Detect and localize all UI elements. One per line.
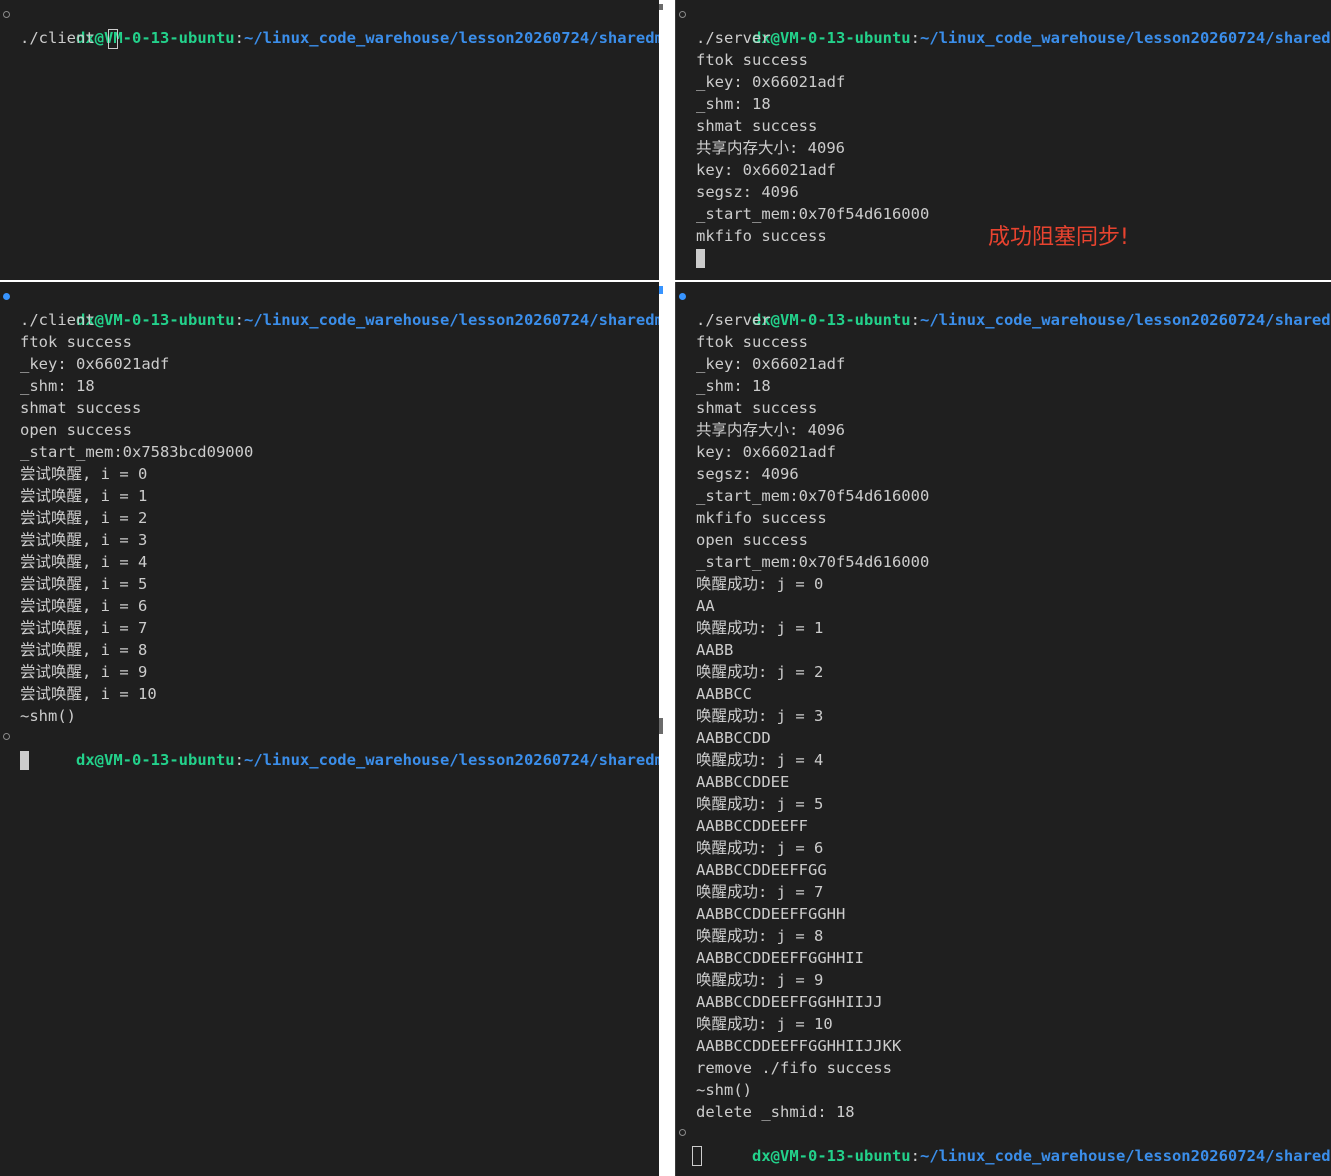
text-cursor bbox=[696, 249, 705, 268]
output-line: shmat success bbox=[20, 399, 142, 417]
output-line: 唤醒成功: j = 7 bbox=[696, 883, 824, 901]
output-line: 唤醒成功: j = 1 bbox=[696, 619, 824, 637]
prompt-line: dx@VM-0-13-ubuntu:~/linux_code_warehouse… bbox=[676, 287, 1331, 329]
command-status-icon[interactable] bbox=[3, 733, 10, 740]
output-line: _start_mem:0x70f54d616000 bbox=[696, 487, 930, 505]
prompt-line: dx@VM-0-13-ubuntu:~/linux_code_warehouse… bbox=[676, 1123, 1331, 1165]
output-line: AABBCCDDEEFFGGHHII bbox=[696, 949, 864, 967]
output-line: mkfifo success bbox=[696, 509, 827, 527]
output-line: 唤醒成功: j = 9 bbox=[696, 971, 824, 989]
output-line: _key: 0x66021adf bbox=[696, 73, 846, 91]
output-line: 唤醒成功: j = 8 bbox=[696, 927, 824, 945]
output-line: segsz: 4096 bbox=[696, 183, 799, 201]
output-line: _key: 0x66021adf bbox=[696, 355, 846, 373]
command-status-icon[interactable] bbox=[679, 1129, 686, 1136]
output-line: AABBCCDDEEFFGGHHIIJJ bbox=[696, 993, 883, 1011]
output-line: ~shm() bbox=[20, 707, 76, 725]
output-line: AABBCC bbox=[696, 685, 752, 703]
prompt-line: dx@VM-0-13-ubuntu:~/linux_code_warehouse… bbox=[676, 5, 1331, 47]
output-line: ftok success bbox=[696, 333, 808, 351]
output-line: 唤醒成功: j = 3 bbox=[696, 707, 824, 725]
output-line: _shm: 18 bbox=[696, 95, 771, 113]
output-line: AABBCCDDEEFF bbox=[696, 817, 808, 835]
output-line: _shm: 18 bbox=[696, 377, 771, 395]
scrollbar[interactable] bbox=[659, 286, 663, 294]
output-line: AABBCCDDEEFFGGHHIIJJKK bbox=[696, 1037, 902, 1055]
output-line: 唤醒成功: j = 4 bbox=[696, 751, 824, 769]
pane-divider[interactable] bbox=[675, 282, 676, 1176]
prompt-line: dx@VM-0-13-ubuntu:~/linux_code_warehouse… bbox=[0, 5, 659, 47]
output-line: 尝试唤醒, i = 7 bbox=[20, 619, 148, 637]
output-line: 尝试唤醒, i = 4 bbox=[20, 553, 148, 571]
output-line: 唤醒成功: j = 10 bbox=[696, 1015, 833, 1033]
output-line: 共享内存大小: 4096 bbox=[696, 139, 845, 157]
scrollbar[interactable] bbox=[659, 4, 663, 10]
output-line: segsz: 4096 bbox=[696, 465, 799, 483]
output-line: shmat success bbox=[696, 399, 818, 417]
output-line: key: 0x66021adf bbox=[696, 443, 836, 461]
command-status-icon[interactable] bbox=[3, 11, 10, 18]
output-line: _shm: 18 bbox=[20, 377, 95, 395]
output-line: ftok success bbox=[20, 333, 132, 351]
output-line: 尝试唤醒, i = 2 bbox=[20, 509, 148, 527]
output-line: 尝试唤醒, i = 3 bbox=[20, 531, 148, 549]
cursor-row bbox=[0, 749, 659, 771]
output-line: 尝试唤醒, i = 0 bbox=[20, 465, 148, 483]
output-line: 唤醒成功: j = 6 bbox=[696, 839, 824, 857]
output-line: AABBCCDDEEFFGGHH bbox=[696, 905, 846, 923]
command-status-icon[interactable] bbox=[679, 11, 686, 18]
text-cursor bbox=[20, 751, 29, 770]
output-line: _key: 0x66021adf bbox=[20, 355, 170, 373]
command-line: ./client bbox=[0, 27, 659, 49]
output-line: _start_mem:0x7583bcd09000 bbox=[20, 443, 254, 461]
output-line: _start_mem:0x70f54d616000 bbox=[696, 553, 930, 571]
prompt-line: dx@VM-0-13-ubuntu:~/linux_code_warehouse… bbox=[0, 727, 659, 769]
output-line: 尝试唤醒, i = 1 bbox=[20, 487, 148, 505]
pane-divider[interactable] bbox=[675, 0, 676, 280]
terminal-bottom-right[interactable]: dx@VM-0-13-ubuntu:~/linux_code_warehouse… bbox=[676, 282, 1331, 1176]
scrollbar[interactable] bbox=[659, 718, 663, 734]
command-text: ./client bbox=[20, 29, 104, 47]
output-line: remove ./fifo success bbox=[696, 1059, 892, 1077]
output-line: 唤醒成功: j = 2 bbox=[696, 663, 824, 681]
output-block: ./server ftok success _key: 0x66021adf _shm… bbox=[676, 309, 1331, 1123]
output-line: ./client bbox=[20, 311, 95, 329]
output-line: open success bbox=[20, 421, 132, 439]
output-line: ~shm() bbox=[696, 1081, 752, 1099]
output-line: 共享内存大小: 4096 bbox=[696, 421, 845, 439]
cursor-row bbox=[676, 1145, 1331, 1167]
prompt-line: dx@VM-0-13-ubuntu:~/linux_code_warehouse… bbox=[0, 287, 659, 329]
output-line: 唤醒成功: j = 5 bbox=[696, 795, 824, 813]
output-line: open success bbox=[696, 531, 808, 549]
output-line: 尝试唤醒, i = 8 bbox=[20, 641, 148, 659]
output-block: ./server ftok success _key: 0x66021adf _shm… bbox=[676, 27, 1331, 247]
output-line: key: 0x66021adf bbox=[696, 161, 836, 179]
text-cursor bbox=[108, 28, 118, 49]
output-line: ./server bbox=[696, 311, 771, 329]
command-status-icon[interactable] bbox=[679, 293, 686, 300]
output-line: shmat success bbox=[696, 117, 818, 135]
output-line: AABB bbox=[696, 641, 734, 659]
command-status-icon[interactable] bbox=[3, 293, 10, 300]
terminal-top-left[interactable]: dx@VM-0-13-ubuntu:~/linux_code_warehouse… bbox=[0, 0, 659, 280]
output-line: AABBCCDDEEFFGG bbox=[696, 861, 827, 879]
output-line: AABBCCDDEE bbox=[696, 773, 790, 791]
output-line: AA bbox=[696, 597, 715, 615]
output-line: delete _shmid: 18 bbox=[696, 1103, 855, 1121]
output-line: 唤醒成功: j = 0 bbox=[696, 575, 824, 593]
annotation-text: 成功阻塞同步! bbox=[988, 225, 1129, 250]
terminal-bottom-left[interactable]: dx@VM-0-13-ubuntu:~/linux_code_warehouse… bbox=[0, 282, 659, 1176]
output-line: 尝试唤醒, i = 10 bbox=[20, 685, 157, 703]
text-cursor bbox=[692, 1146, 702, 1166]
output-line: ftok success bbox=[696, 51, 808, 69]
output-line: 尝试唤醒, i = 6 bbox=[20, 597, 148, 615]
output-line: AABBCCDD bbox=[696, 729, 771, 747]
terminal-top-right[interactable]: dx@VM-0-13-ubuntu:~/linux_code_warehouse… bbox=[676, 0, 1331, 280]
output-block: ./client ftok success _key: 0x66021adf _shm… bbox=[0, 309, 659, 727]
output-line: 尝试唤醒, i = 9 bbox=[20, 663, 148, 681]
output-line: 尝试唤醒, i = 5 bbox=[20, 575, 148, 593]
output-line: ./server bbox=[696, 29, 771, 47]
